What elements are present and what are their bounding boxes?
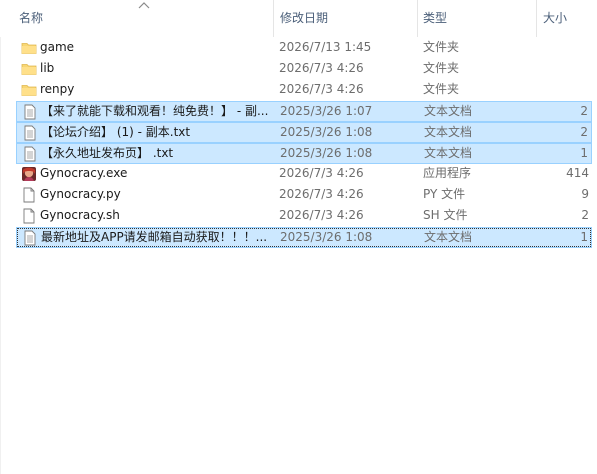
file-size: 1: [580, 146, 588, 160]
file-size: 2: [580, 104, 588, 118]
column-header-name[interactable]: 名称: [19, 0, 269, 37]
file-date: 2025/3/26 1:07: [280, 104, 373, 118]
generic-file-icon: [23, 187, 35, 203]
file-row[interactable]: game 2026/7/13 1:45 文件夹: [16, 38, 592, 59]
file-date: 2026/7/13 1:45: [279, 40, 372, 54]
file-type: 文本文档: [424, 230, 473, 244]
file-name: 最新地址及APP请发邮箱自动获取！！！...: [41, 230, 268, 244]
column-divider[interactable]: [273, 0, 274, 37]
text-file-icon: [24, 104, 36, 120]
pane-left-edge: [0, 0, 1, 474]
file-type: PY 文件: [423, 187, 466, 201]
file-name: renpy: [40, 82, 75, 96]
file-size: 2: [580, 125, 588, 139]
file-type: 文本文档: [424, 125, 473, 139]
file-name: lib: [40, 61, 55, 75]
file-name: 【论坛介绍】 (1) - 副本.txt: [41, 125, 191, 139]
file-row[interactable]: 最新地址及APP请发邮箱自动获取！！！... 2025/3/26 1:08 文本…: [16, 227, 592, 248]
file-type: SH 文件: [423, 208, 468, 222]
file-type: 文件夹: [423, 82, 460, 96]
file-row[interactable]: renpy 2026/7/3 4:26 文件夹: [16, 80, 592, 101]
column-header-size[interactable]: 大小: [543, 0, 593, 37]
folder-icon: [21, 43, 37, 54]
exe-app-icon: [22, 167, 36, 181]
file-type: 文本文档: [424, 146, 473, 160]
file-date: 2025/3/26 1:08: [280, 230, 373, 244]
file-name: Gynocracy.py: [40, 187, 121, 201]
file-date: 2026/7/3 4:26: [279, 208, 364, 222]
file-type: 文件夹: [423, 61, 460, 75]
text-file-icon: [24, 146, 36, 162]
file-size: 1: [580, 230, 588, 244]
folder-icon: [21, 64, 37, 75]
file-name: 【来了就能下载和观看！纯免费！】 - 副...: [41, 104, 269, 118]
file-size: [539, 59, 589, 78]
file-date: 2025/3/26 1:08: [280, 146, 373, 160]
text-file-icon: [24, 230, 36, 246]
file-name: 【永久地址发布页】 .txt: [41, 146, 174, 160]
file-size: [539, 38, 589, 57]
file-date: 2025/3/26 1:08: [280, 125, 373, 139]
column-divider[interactable]: [417, 0, 418, 37]
file-row[interactable]: lib 2026/7/3 4:26 文件夹: [16, 59, 592, 80]
folder-icon: [21, 85, 37, 96]
file-name: game: [40, 40, 75, 54]
file-row[interactable]: Gynocracy.sh 2026/7/3 4:26 SH 文件 2: [16, 206, 592, 227]
file-row[interactable]: Gynocracy.py 2026/7/3 4:26 PY 文件 9: [16, 185, 592, 206]
file-name: Gynocracy.sh: [40, 208, 120, 222]
file-date: 2026/7/3 4:26: [279, 82, 364, 96]
file-row[interactable]: Gynocracy.exe 2026/7/3 4:26 应用程序 414: [16, 164, 592, 185]
column-header-bar: 名称 修改日期 类型 大小: [0, 0, 597, 37]
file-size: 9: [581, 187, 589, 201]
column-header-type[interactable]: 类型: [423, 0, 533, 37]
file-type: 文件夹: [423, 40, 460, 54]
file-row[interactable]: 【论坛介绍】 (1) - 副本.txt 2025/3/26 1:08 文本文档 …: [16, 122, 592, 143]
file-date: 2026/7/3 4:26: [279, 61, 364, 75]
file-name: Gynocracy.exe: [40, 166, 128, 180]
generic-file-icon: [23, 208, 35, 224]
file-date: 2026/7/3 4:26: [279, 187, 364, 201]
file-row[interactable]: 【来了就能下载和观看！纯免费！】 - 副... 2025/3/26 1:07 文…: [16, 101, 592, 122]
file-date: 2026/7/3 4:26: [279, 166, 364, 180]
column-divider[interactable]: [536, 0, 537, 37]
column-header-date[interactable]: 修改日期: [280, 0, 414, 37]
file-type: 应用程序: [423, 166, 472, 180]
text-file-icon: [24, 125, 36, 141]
file-type: 文本文档: [424, 104, 473, 118]
file-size: 414: [566, 166, 589, 180]
file-size: 2: [581, 208, 589, 222]
file-size: [539, 80, 589, 99]
file-row[interactable]: 【永久地址发布页】 .txt 2025/3/26 1:08 文本文档 1: [16, 143, 592, 164]
